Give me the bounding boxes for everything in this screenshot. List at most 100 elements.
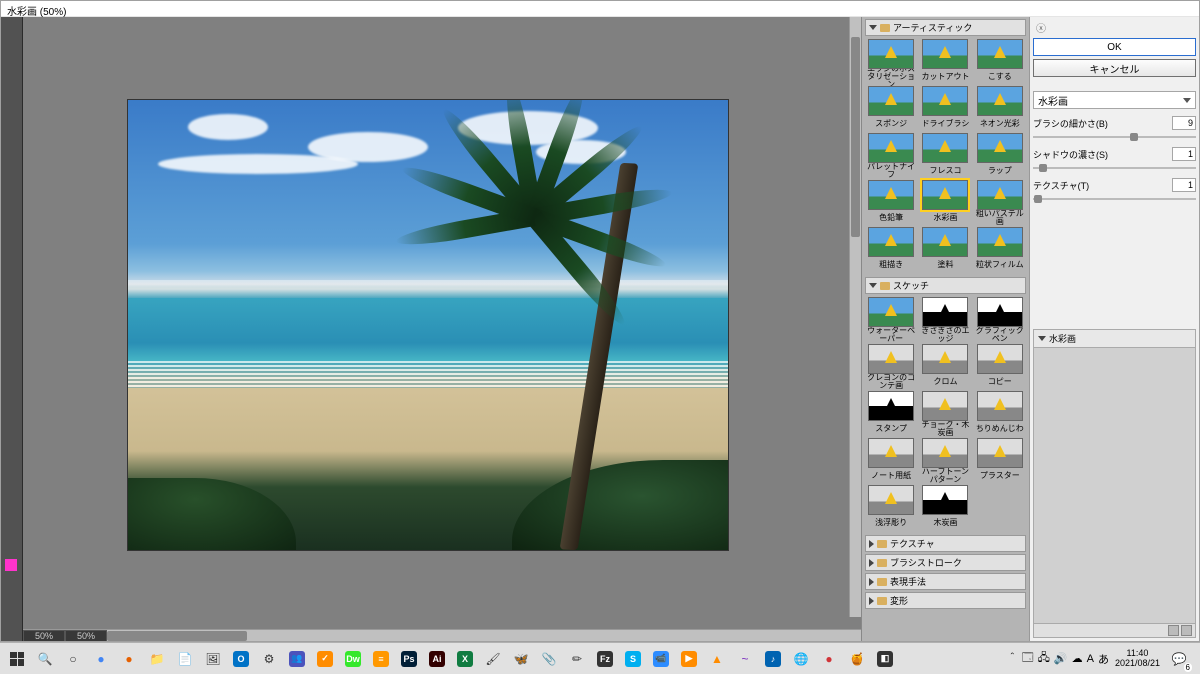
record-icon[interactable]: ● [816,646,842,672]
music-icon[interactable]: ♪ [760,646,786,672]
param-slider[interactable] [1033,131,1196,143]
paint-icon[interactable]: 🖌 [480,646,506,672]
preview-canvas[interactable] [127,99,729,551]
filter-select-dropdown[interactable]: 水彩画 [1033,91,1196,109]
notifications-icon[interactable]: 💬6 [1166,646,1192,672]
filter-thumb[interactable]: グラフィックペン [974,297,1026,342]
filter-thumb[interactable]: クレヨンのコンテ画 [865,344,917,389]
cancel-button[interactable]: キャンセル [1033,59,1196,77]
notes-icon[interactable]: 📄 [172,646,198,672]
filter-thumb[interactable]: パレットナイフ [865,133,917,178]
media-icon[interactable]: ▶ [676,646,702,672]
new-effect-layer-icon[interactable] [1168,625,1179,636]
clock[interactable]: 11:40 2021/08/21 [1115,649,1160,669]
filter-thumb[interactable]: ノート用紙 [865,438,917,483]
category-closed[interactable]: 変形 [865,592,1026,609]
tray-volume[interactable]: 🔊 [1054,652,1068,665]
flag-icon[interactable]: ◧ [872,646,898,672]
param-input[interactable] [1172,116,1196,130]
category-artistic[interactable]: アーティスティック [865,19,1026,36]
jar-icon[interactable]: 🍯 [844,646,870,672]
filter-label: クレヨンのコンテ画 [865,375,917,389]
filter-label: ウォーターペーパー [865,328,917,342]
firefox-icon[interactable]: ● [116,646,142,672]
filter-thumb[interactable]: カットアウト [919,39,971,84]
wave-icon[interactable]: ~ [732,646,758,672]
filter-thumb[interactable]: ラップ [974,133,1026,178]
filter-thumb[interactable]: クロム [919,344,971,389]
outlook-icon[interactable]: O [228,646,254,672]
category-sketch[interactable]: スケッチ [865,277,1026,294]
filter-thumb[interactable]: チョーク・木炭画 [919,391,971,436]
tray-network[interactable]: 🖧 [1038,649,1050,668]
start-button[interactable] [4,646,30,672]
filter-thumb[interactable]: ウォーターペーパー [865,297,917,342]
tray-ime[interactable]: あ [1098,651,1109,667]
param-input[interactable] [1172,178,1196,192]
zoom-icon[interactable]: 📹 [648,646,674,672]
filter-thumb[interactable]: 粒状フィルム [974,227,1026,272]
param-group: テクスチャ(T) [1033,178,1196,205]
wand-icon[interactable]: ✏ [564,646,590,672]
filter-thumb[interactable]: ぎざぎざのエッジ [919,297,971,342]
filter-thumb[interactable]: 木炭画 [919,485,971,530]
filter-thumb[interactable]: こする [974,39,1026,84]
clip-icon[interactable]: 📎 [536,646,562,672]
tray-cloud[interactable]: ☁ [1072,652,1083,665]
filter-thumb[interactable]: 色鉛筆 [865,180,917,225]
vlc-icon[interactable]: ▲ [704,646,730,672]
teams-icon[interactable]: 👥 [284,646,310,672]
zoom-readout-left[interactable]: 50% [23,630,65,642]
globe-icon[interactable]: 🌐 [788,646,814,672]
layers-body[interactable] [1034,348,1195,623]
category-closed[interactable]: 表現手法 [865,573,1026,590]
skype-icon[interactable]: S [620,646,646,672]
photos-icon[interactable]: 🖼 [200,646,226,672]
search-icon[interactable]: 🔍 [32,646,58,672]
filter-thumb[interactable]: ハーフトーンパターン [919,438,971,483]
filter-thumb[interactable]: 水彩画 [919,180,971,225]
sublime-icon[interactable]: ≡ [368,646,394,672]
butterfly-icon[interactable]: 🦋 [508,646,534,672]
settings-icon[interactable]: ⚙ [256,646,282,672]
photoshop-icon[interactable]: Ps [396,646,422,672]
filter-thumb[interactable]: 粗描き [865,227,917,272]
filter-thumb[interactable]: プラスター [974,438,1026,483]
excel-icon[interactable]: X [452,646,478,672]
filter-thumb[interactable]: フレスコ [919,133,971,178]
filter-thumb[interactable]: ドライブラシ [919,86,971,131]
horizontal-scrollbar[interactable] [107,630,861,642]
filter-thumb[interactable]: 粗いパステル画 [974,180,1026,225]
tray-ime-a[interactable]: A [1087,653,1094,665]
todo-icon[interactable]: ✓ [312,646,338,672]
param-input[interactable] [1172,147,1196,161]
filter-thumb[interactable]: ネオン光彩 [974,86,1026,131]
tray-chevron[interactable]: ＾ [1007,651,1018,667]
param-slider[interactable] [1033,193,1196,205]
filter-thumb[interactable]: エッジのポスタリゼーション [865,39,917,84]
filter-thumb[interactable]: スポンジ [865,86,917,131]
fz-icon[interactable]: Fz [592,646,618,672]
category-closed[interactable]: テクスチャ [865,535,1026,552]
illustrator-icon[interactable]: Ai [424,646,450,672]
explorer-icon[interactable]: 📁 [144,646,170,672]
vertical-scrollbar[interactable] [849,17,861,617]
ok-button[interactable]: OK [1033,38,1196,56]
delete-effect-layer-icon[interactable] [1181,625,1192,636]
category-label: スケッチ [893,279,929,292]
filter-thumb[interactable]: 浅浮彫り [865,485,917,530]
chrome-icon[interactable]: ● [88,646,114,672]
filter-thumb[interactable]: スタンプ [865,391,917,436]
dreamweaver-icon[interactable]: Dw [340,646,366,672]
category-closed[interactable]: ブラシストローク [865,554,1026,571]
param-slider[interactable] [1033,162,1196,174]
filter-label: 浅浮彫り [875,516,907,530]
filter-thumb[interactable]: 塗料 [919,227,971,272]
filter-label: 粒状フィルム [976,258,1024,272]
zoom-readout[interactable]: 50% [65,630,107,642]
layer-title: 水彩画 [1049,332,1076,345]
filter-thumb[interactable]: ちりめんじわ [974,391,1026,436]
cortana-icon[interactable]: ○ [60,646,86,672]
tray-battery[interactable]: 🗔 [1022,649,1034,668]
filter-thumb[interactable]: コピー [974,344,1026,389]
